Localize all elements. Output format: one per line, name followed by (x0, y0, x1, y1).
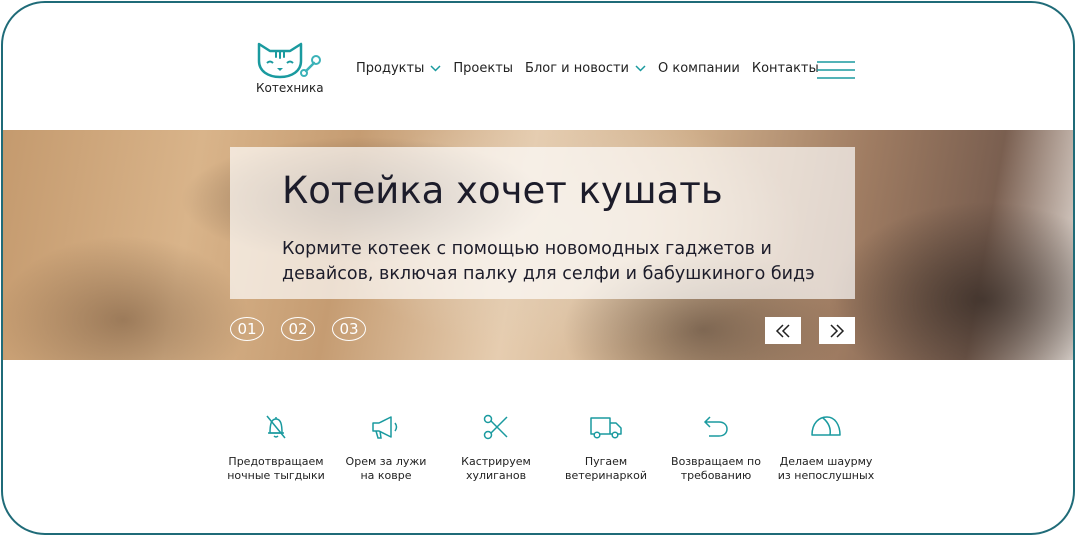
nav-item-label: Проекты (453, 61, 514, 76)
prev-slide-button[interactable] (765, 317, 801, 344)
feature-item: Предотвращаем ночные тыгдыки (227, 411, 325, 483)
bell-off-icon (266, 415, 286, 439)
double-chevron-left-icon (775, 323, 790, 338)
brand-logo[interactable]: Котехника (256, 41, 326, 97)
return-arrow-icon (703, 416, 728, 437)
feature-item: Делаем шаурму из непослушных (777, 411, 875, 483)
slide-indicator-2[interactable]: 02 (281, 317, 315, 341)
feature-label: Кастрируем хулиганов (461, 455, 531, 482)
cat-wrench-logo-icon (257, 42, 321, 79)
feature-item: Пугаем ветеринаркой (557, 411, 655, 483)
scissors-icon (483, 414, 508, 440)
slide-indicator-3[interactable]: 03 (332, 317, 366, 341)
hero-title: Котейка хочет кушать (282, 169, 723, 212)
feature-label: Делаем шаурму из непослушных (777, 455, 875, 482)
nav-item-label: О компании (658, 61, 740, 76)
nav-item-products[interactable]: Продукты (356, 61, 441, 76)
feature-label: Орем за лужи на ковре (345, 455, 427, 482)
megaphone-icon (372, 416, 398, 439)
hero-banner: Котейка хочет кушать Кормите котеек с по… (3, 130, 1073, 360)
chevron-down-icon (635, 65, 646, 72)
nav-item-about[interactable]: О компании (658, 61, 740, 76)
truck-icon (590, 417, 622, 439)
main-nav: Продукты Проекты Блог и новости О компан… (356, 61, 831, 76)
nav-item-contacts[interactable]: Контакты (752, 61, 819, 76)
nav-item-label: Блог и новости (525, 61, 629, 76)
feature-label: Пугаем ветеринаркой (565, 455, 647, 482)
slide-indicator-1[interactable]: 01 (230, 317, 264, 341)
brand-name: Котехника (256, 81, 324, 95)
shawarma-icon (811, 416, 841, 436)
nav-item-blog[interactable]: Блог и новости (525, 61, 646, 76)
next-slide-button[interactable] (819, 317, 855, 344)
chevron-down-icon (430, 65, 441, 72)
page-frame: Котехника Продукты Проекты Блог и новост… (1, 1, 1075, 535)
hero-subtitle: Кормите котеек с помощью новомодных гадж… (282, 239, 815, 284)
feature-item: Орем за лужи на ковре (337, 411, 435, 483)
feature-label: Предотвращаем ночные тыгдыки (227, 455, 325, 482)
hero-text-panel: Котейка хочет кушать Кормите котеек с по… (230, 147, 855, 299)
nav-item-label: Контакты (751, 61, 819, 76)
feature-item: Возвращаем по требованию (667, 411, 765, 483)
slide-indicators: 01 02 03 (230, 317, 366, 341)
feature-label: Возвращаем по требованию (671, 455, 761, 482)
nav-item-label: Продукты (356, 61, 425, 76)
nav-item-projects[interactable]: Проекты (453, 61, 513, 76)
feature-item: Кастрируем хулиганов (447, 411, 545, 483)
double-chevron-right-icon (830, 323, 845, 338)
features-list: Предотвращаем ночные тыгдыки Орем за луж… (227, 411, 887, 483)
hamburger-menu-icon[interactable] (816, 59, 856, 81)
